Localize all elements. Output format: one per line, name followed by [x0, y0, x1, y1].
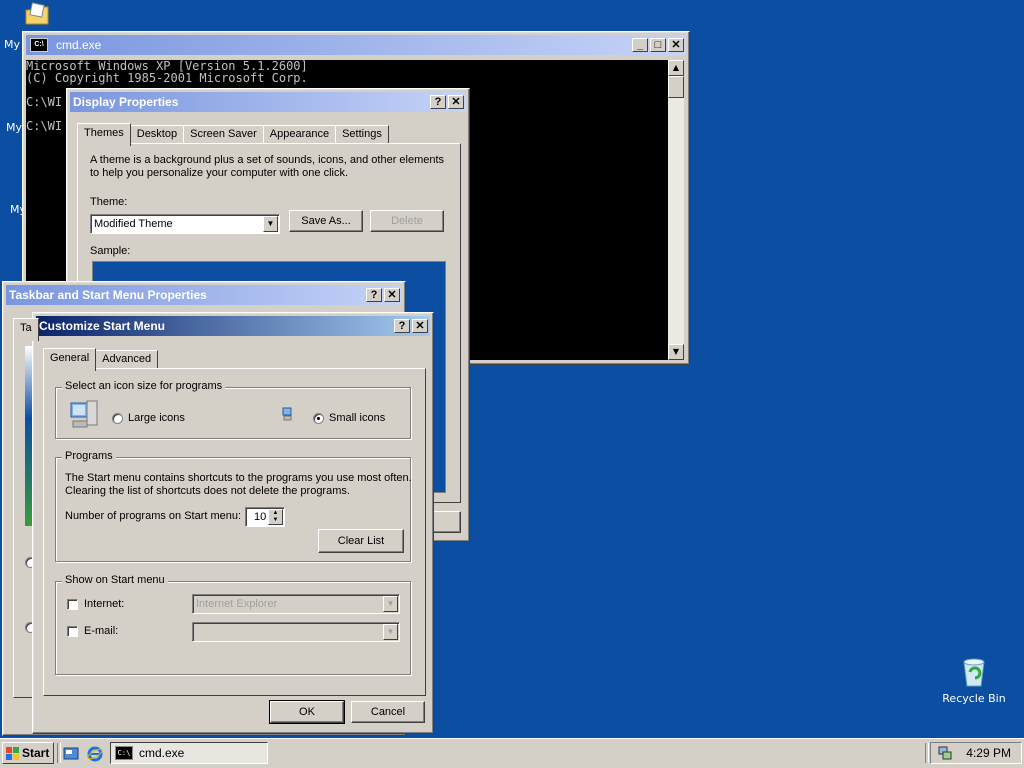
internet-checkbox[interactable] [67, 599, 78, 610]
theme-select[interactable]: Modified Theme ▼ [90, 214, 280, 234]
cmd-titlebar[interactable]: C:\ cmd.exe _ □ ✕ [26, 35, 686, 55]
tab-themes[interactable]: Themes [77, 123, 131, 146]
maximize-button[interactable]: □ [650, 38, 666, 52]
quicklaunch-divider [57, 743, 61, 763]
console-scrollbar[interactable]: ▲ ▼ [668, 60, 684, 360]
customize-tabs: General Advanced [43, 348, 159, 371]
tab-taskbar[interactable]: Ta [13, 318, 39, 341]
scroll-down-icon[interactable]: ▼ [668, 344, 684, 360]
spin-arrows-icon[interactable]: ▲ ▼ [268, 509, 283, 525]
programs-description: Clearing the list of shortcuts does not … [65, 485, 350, 497]
cmd-icon: C:\ [115, 746, 133, 760]
cancel-button[interactable]: Cancel [351, 701, 425, 723]
small-icons-label[interactable]: Small icons [329, 412, 385, 424]
internet-label[interactable]: Internet: [84, 598, 124, 610]
system-tray: 4:29 PM [930, 742, 1022, 764]
sample-label: Sample: [90, 245, 131, 257]
large-icons-radio[interactable] [112, 413, 123, 424]
tray-divider [925, 743, 929, 763]
internet-explorer-icon[interactable] [87, 746, 103, 762]
windows-logo-icon [6, 746, 19, 760]
desktop-icon-label[interactable]: My [6, 121, 22, 134]
close-button[interactable]: ✕ [384, 288, 400, 302]
small-computer-icon [281, 407, 295, 421]
taskbar-properties-titlebar[interactable]: Taskbar and Start Menu Properties ? ✕ [6, 285, 402, 305]
close-button[interactable]: ✕ [668, 38, 684, 52]
start-button[interactable]: Start [2, 742, 54, 764]
close-button[interactable]: ✕ [448, 95, 464, 109]
delete-button[interactable]: Delete [370, 210, 444, 232]
tab-settings[interactable]: Settings [335, 125, 389, 145]
window-title: Display Properties [73, 95, 179, 109]
save-as-button[interactable]: Save As... [289, 210, 363, 232]
num-programs-value: 10 [254, 511, 267, 523]
group-label: Programs [62, 450, 116, 462]
theme-description: to help you personalize your computer wi… [90, 167, 349, 179]
email-label[interactable]: E-mail: [84, 625, 118, 637]
tab-appearance[interactable]: Appearance [262, 125, 337, 145]
console-line: (C) Copyright 1985-2001 Microsoft Corp. [26, 71, 308, 85]
tab-screen-saver[interactable]: Screen Saver [183, 125, 264, 145]
customize-titlebar[interactable]: Customize Start Menu ? ✕ [36, 316, 430, 336]
chevron-down-icon[interactable]: ▼ [263, 216, 278, 232]
scroll-thumb[interactable] [668, 76, 684, 98]
small-icons-radio[interactable] [313, 413, 324, 424]
large-icons-label[interactable]: Large icons [128, 412, 185, 424]
chevron-down-icon[interactable]: ▼ [383, 596, 398, 612]
cmd-icon: C:\ [30, 38, 48, 52]
chevron-down-icon[interactable]: ▼ [383, 624, 398, 640]
group-label: Show on Start menu [62, 574, 168, 586]
recycle-bin-icon [958, 656, 990, 688]
help-button[interactable]: ? [394, 319, 410, 333]
theme-select-value: Modified Theme [94, 218, 173, 230]
num-programs-stepper[interactable]: 10 ▲ ▼ [245, 507, 285, 527]
email-checkbox[interactable] [67, 626, 78, 637]
display-properties-titlebar[interactable]: Display Properties ? ✕ [70, 92, 466, 112]
scroll-up-icon[interactable]: ▲ [668, 60, 684, 76]
network-icon[interactable] [937, 745, 953, 761]
customize-start-menu-window[interactable]: Customize Start Menu ? ✕ General Advance… [32, 312, 434, 734]
programs-description: The Start menu contains shortcuts to the… [65, 472, 412, 484]
minimize-button[interactable]: _ [632, 38, 648, 52]
recycle-bin-label: Recycle Bin [942, 692, 1006, 705]
display-tabs: Themes Desktop Screen Saver Appearance S… [77, 123, 389, 146]
start-label: Start [22, 746, 50, 760]
group-label: Select an icon size for programs [62, 380, 226, 392]
taskbar-button-label: cmd.exe [139, 746, 185, 760]
help-button[interactable]: ? [430, 95, 446, 109]
num-programs-label: Number of programs on Start menu: [65, 510, 242, 522]
taskbar-tabs: Ta [13, 318, 39, 341]
window-title: Taskbar and Start Menu Properties [9, 288, 207, 302]
email-select[interactable]: ▼ [192, 622, 400, 642]
show-desktop-icon[interactable] [63, 746, 79, 762]
window-title: Customize Start Menu [39, 319, 166, 333]
theme-label: Theme: [90, 196, 128, 208]
ok-button[interactable]: OK [269, 700, 345, 724]
taskbar: Start C:\ cmd.exe 4:29 PM [0, 738, 1024, 768]
taskbar-button-cmd[interactable]: C:\ cmd.exe [110, 742, 268, 764]
clock[interactable]: 4:29 PM [966, 746, 1011, 760]
internet-select[interactable]: Internet Explorer ▼ [192, 594, 400, 614]
desktop-icon-label[interactable]: My [4, 38, 20, 51]
clear-list-button[interactable]: Clear List [318, 529, 404, 553]
internet-select-value: Internet Explorer [196, 598, 278, 610]
theme-description: A theme is a background plus a set of so… [90, 154, 445, 166]
tab-desktop[interactable]: Desktop [129, 125, 185, 145]
recycle-bin[interactable]: Recycle Bin [940, 656, 1008, 705]
tab-general[interactable]: General [43, 348, 97, 371]
my-documents-icon[interactable] [24, 2, 52, 28]
window-title: cmd.exe [56, 38, 102, 52]
help-button[interactable]: ? [366, 288, 382, 302]
tab-advanced[interactable]: Advanced [95, 350, 159, 370]
close-button[interactable]: ✕ [412, 319, 428, 333]
large-computer-icon [69, 399, 101, 431]
